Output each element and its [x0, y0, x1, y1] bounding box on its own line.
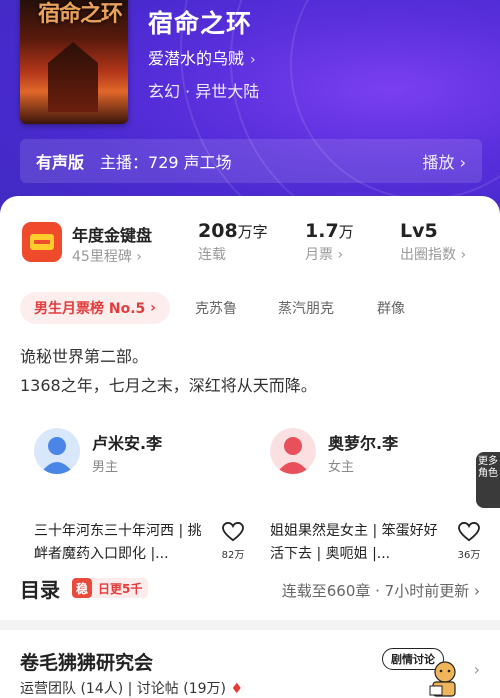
role-avatar	[34, 428, 80, 474]
fan-club-row[interactable]: 卷毛狒狒研究会 运营团队 (14人) | 讨论帖 (19万) ♦ 剧情讨论 ›	[0, 640, 500, 698]
role-name: 卢米安.李	[92, 434, 163, 453]
description-line: 诡秘世界第二部。	[20, 347, 149, 366]
mascot-icon	[429, 661, 456, 697]
role-type: 男主	[92, 460, 119, 475]
toc-status-text: 连载至660章 · 7小时前更新	[281, 582, 470, 600]
audio-version-bar[interactable]: 有声版 主播：729 声工场 播放 ›	[20, 139, 482, 183]
stat-popularity-index[interactable]: Lv5 出圈指数 ›	[400, 220, 466, 264]
chevron-right-icon: ›	[473, 660, 480, 679]
stat-label: 出圈指数	[400, 247, 456, 263]
rank-tag[interactable]: 男生月票榜 No.5 ›	[20, 292, 170, 324]
table-of-contents-row[interactable]: 目录 稳 日更5千 连载至660章 · 7小时前更新 ›	[0, 572, 500, 608]
chevron-right-icon: ›	[250, 52, 256, 68]
award-milestone-link[interactable]: 45里程碑 ›	[72, 246, 142, 266]
club-meta: 运营团队 (14人) | 讨论帖 (19万) ♦	[20, 678, 243, 698]
tag-item[interactable]: 克苏鲁	[195, 292, 237, 324]
role-like-button[interactable]: 82万	[220, 522, 246, 561]
author-name: 爱潜水的乌贼	[148, 49, 245, 68]
flame-icon: ♦	[230, 681, 244, 697]
rank-label: 男生月票榜 No.5	[34, 301, 146, 317]
book-info-card: 年度金键盘 45里程碑 › 208万字 连载 1.7万 月票 › Lv5 出圈指…	[0, 196, 500, 626]
stat-label: 月票	[305, 247, 333, 263]
stat-value: Lv5	[400, 220, 438, 242]
role-avatar	[270, 428, 316, 474]
stat-word-count: 208万字 连载	[198, 220, 268, 264]
role-quote: 三十年河东三十年河西 | 挑衅者魔药入口即化 |...	[34, 523, 202, 562]
tag-item[interactable]: 蒸汽朋克	[278, 292, 334, 324]
book-title: 宿命之环	[148, 9, 253, 38]
chevron-right-icon: ›	[150, 300, 156, 316]
role-type: 女主	[328, 460, 355, 475]
award-subtitle: 45里程碑	[72, 249, 132, 265]
update-frequency-tag: 日更5千	[92, 578, 149, 598]
chevron-right-icon: ›	[136, 249, 142, 265]
heart-icon	[222, 522, 244, 542]
role-name: 奥萝尔.李	[328, 434, 399, 453]
role-quote: 姐姐果然是女主 | 笨蛋好好活下去 | 奥呃姐 |...	[270, 523, 438, 562]
chevron-right-icon: ›	[460, 247, 467, 263]
play-label: 播放	[422, 153, 455, 172]
award-title: 年度金键盘	[72, 226, 153, 245]
chevron-right-icon: ›	[474, 582, 480, 600]
more-roles-button[interactable]: 更多角色	[476, 452, 500, 508]
role-like-button[interactable]: 36万	[456, 522, 482, 561]
club-title: 卷毛狒狒研究会	[20, 652, 154, 674]
tag-row: 男生月票榜 No.5 › 克苏鲁 蒸汽朋克 群像	[0, 292, 500, 324]
heart-icon	[458, 522, 480, 542]
stat-monthly-tickets[interactable]: 1.7万 月票 ›	[305, 220, 354, 264]
author-link[interactable]: 爱潜水的乌贼 ›	[148, 45, 256, 69]
audio-anchor: 主播：729 声工场	[100, 153, 232, 172]
toc-status: 连载至660章 · 7小时前更新 ›	[282, 580, 480, 601]
cover-title: 宿命之环	[38, 1, 123, 27]
section-divider	[0, 620, 500, 630]
role-like-count: 82万	[221, 550, 245, 561]
stat-value: 208	[198, 220, 238, 242]
stat-value: 1.7	[305, 220, 339, 242]
award-badge-icon	[22, 222, 62, 262]
role-like-count: 36万	[457, 550, 481, 561]
play-button[interactable]: 播放 ›	[422, 149, 466, 173]
toc-heading: 目录	[20, 578, 60, 602]
book-description[interactable]: 诡秘世界第二部。 1368之年，七月之末，深红将从天而降。	[20, 342, 317, 400]
tag-item[interactable]: 群像	[377, 292, 405, 324]
stat-unit: 万	[338, 223, 354, 241]
audio-tag: 有声版	[36, 153, 85, 172]
chevron-right-icon: ›	[337, 247, 344, 263]
book-genre: 玄幻 · 异世大陆	[148, 82, 260, 101]
stat-unit: 万字	[237, 223, 268, 241]
cover-art	[48, 42, 98, 112]
stats-row: 年度金键盘 45里程碑 › 208万字 连载 1.7万 月票 › Lv5 出圈指…	[0, 220, 500, 270]
chevron-right-icon: ›	[459, 153, 466, 172]
description-line: 1368之年，七月之末，深红将从天而降。	[20, 376, 317, 395]
stat-label: 连载	[198, 247, 226, 263]
stable-update-badge: 稳	[72, 578, 92, 598]
book-cover[interactable]: 宿命之环	[20, 0, 128, 124]
club-meta-text: 运营团队 (14人) | 讨论帖 (19万)	[20, 681, 226, 697]
